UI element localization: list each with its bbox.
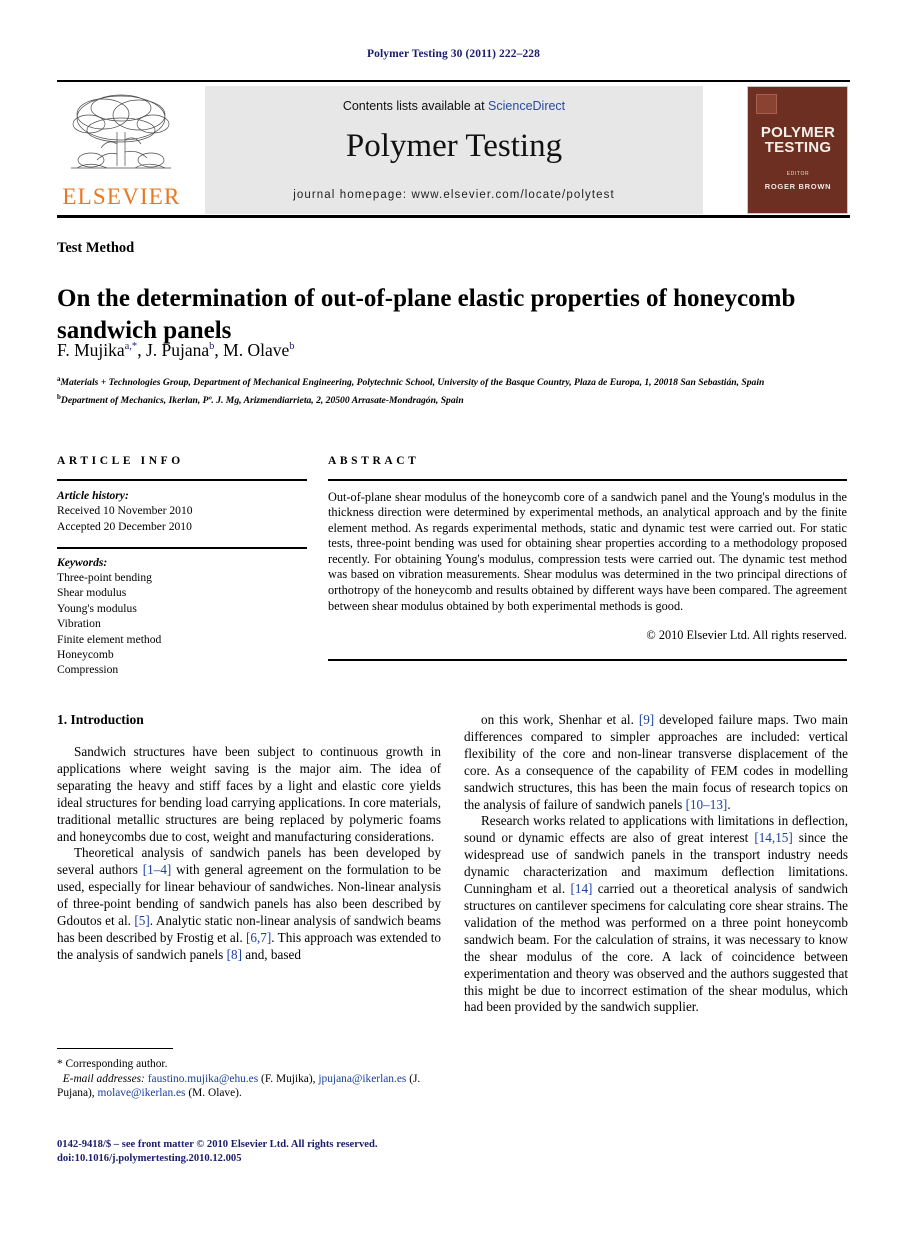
email-owner-olave: (M. Olave).: [188, 1087, 242, 1100]
keyword-item: Three-point bending: [57, 570, 152, 584]
body-column-right: on this work, Shenhar et al. [9] develop…: [464, 712, 848, 1016]
citation-reference[interactable]: [14]: [570, 881, 592, 896]
citation-reference[interactable]: [10–13]: [686, 797, 728, 812]
citation-reference[interactable]: [9]: [639, 712, 654, 727]
body-column-left: 1. Introduction Sandwich structures have…: [57, 712, 441, 964]
email-link-pujana[interactable]: jpujana@ikerlan.es: [318, 1073, 406, 1085]
article-info-rule: [57, 479, 307, 481]
corresponding-author-note: * Corresponding author.: [57, 1058, 168, 1071]
running-head: Polymer Testing 30 (2011) 222–228: [366, 48, 541, 60]
doi-line: doi:10.1016/j.polymertesting.2010.12.005: [57, 1152, 457, 1166]
elsevier-logo: ELSEVIER: [59, 86, 184, 214]
keyword-item: Young's modulus: [57, 601, 137, 615]
journal-masthead: ELSEVIER Contents lists available at Sci…: [57, 80, 850, 218]
citation-reference[interactable]: [5]: [134, 913, 149, 928]
keyword-item: Honeycomb: [57, 647, 114, 661]
paragraph: Theoretical analysis of sandwich panels …: [57, 845, 441, 963]
journal-title: Polymer Testing: [345, 128, 563, 164]
journal-cover-image: POLYMER TESTING EDITOR ROGER BROWN: [747, 86, 848, 214]
abstract-bottom-rule: [328, 659, 847, 661]
cover-title-line2: TESTING: [764, 139, 832, 156]
email-link-olave[interactable]: molave@ikerlan.es: [98, 1087, 186, 1099]
article-received-date: Received 10 November 2010: [57, 504, 193, 517]
cover-editor-label: EDITOR: [786, 171, 810, 177]
email-owner-mujika: (F. Mujika),: [261, 1072, 316, 1085]
keyword-item: Vibration: [57, 617, 101, 631]
footnote-text: * Corresponding author. E-mail addresses…: [57, 1057, 441, 1101]
masthead-bottom-rule: [57, 215, 850, 218]
affiliation-a-text: Materials + Technologies Group, Departme…: [60, 377, 765, 389]
email-addresses-line: E-mail addresses: faustino.mujika@ehu.es…: [57, 1072, 441, 1101]
sciencedirect-link[interactable]: ScienceDirect: [488, 99, 565, 113]
abstract-text: Out-of-plane shear modulus of the honeyc…: [328, 489, 847, 613]
abstract-rule: [328, 479, 847, 481]
imprint-block: 0142-9418/$ – see front matter © 2010 El…: [57, 1138, 457, 1166]
citation-reference[interactable]: [6,7]: [246, 930, 271, 945]
keywords-label: Keywords:: [57, 555, 108, 569]
article-history: Article history: Received 10 November 20…: [57, 488, 307, 535]
paragraph-text: on this work, Shenhar et al.: [481, 712, 639, 727]
paragraph-text: .: [727, 796, 731, 812]
cover-title: POLYMER TESTING: [748, 125, 848, 155]
article-page: Polymer Testing 30 (2011) 222–228 ELSEVI…: [0, 0, 907, 1238]
affiliation-list: aMaterials + Technologies Group, Departm…: [57, 372, 847, 408]
email-addresses-label: E-mail addresses:: [62, 1072, 145, 1085]
elsevier-tree-icon: [71, 94, 171, 169]
footnote-block: * Corresponding author. E-mail addresses…: [57, 1048, 441, 1101]
paragraph-text: and, based: [241, 946, 301, 962]
article-type-kicker: Test Method: [57, 240, 135, 256]
author-list: F. Mujikaa,*, J. Pujanab, M. Olaveb: [57, 340, 295, 360]
paragraph: Sandwich structures have been subject to…: [57, 744, 441, 844]
journal-band: Contents lists available at ScienceDirec…: [205, 86, 703, 214]
email-link-mujika[interactable]: faustino.mujika@ehu.es: [148, 1073, 258, 1085]
paragraph: on this work, Shenhar et al. [9] develop…: [464, 712, 848, 813]
page-title: On the determination of out-of-plane ela…: [57, 284, 796, 344]
article-info-column: ARTICLE INFO Article history: Received 1…: [57, 455, 307, 678]
doi-prefix: doi:: [57, 1153, 75, 1164]
paragraph: Research works related to applications w…: [464, 813, 848, 1016]
elsevier-wordmark: ELSEVIER: [62, 184, 181, 209]
affiliation-b-text: Department of Mechanics, Ikerlan, Pº. J.…: [60, 395, 464, 407]
keyword-item: Finite element method: [57, 632, 162, 646]
paragraph-text: carried out a theoretical analysis of sa…: [464, 881, 849, 1015]
keywords-rule: [57, 547, 307, 549]
footnote-rule: [57, 1048, 173, 1050]
article-history-label: Article history:: [57, 488, 129, 502]
article-accepted-date: Accepted 20 December 2010: [57, 519, 192, 533]
keyword-item: Shear modulus: [57, 586, 127, 600]
affiliation-b: bDepartment of Mechanics, Ikerlan, Pº. J…: [57, 390, 847, 408]
citation-reference[interactable]: [1–4]: [143, 862, 172, 877]
masthead-top-rule: [57, 80, 850, 82]
section-heading-introduction: 1. Introduction: [57, 712, 144, 727]
abstract-heading: ABSTRACT: [328, 455, 420, 467]
journal-homepage[interactable]: journal homepage: www.elsevier.com/locat…: [205, 189, 703, 201]
abstract-copyright: © 2010 Elsevier Ltd. All rights reserved…: [646, 628, 847, 643]
contents-available-line: Contents lists available at ScienceDirec…: [205, 99, 703, 113]
cover-editor-name: ROGER BROWN: [764, 182, 832, 191]
article-info-heading: ARTICLE INFO: [57, 455, 184, 467]
citation-reference[interactable]: [8]: [227, 947, 242, 962]
issn-frontmatter-line: 0142-9418/$ – see front matter © 2010 El…: [57, 1139, 378, 1150]
keywords-block: Keywords: Three-point bending Shear modu…: [57, 555, 307, 678]
contents-prefix: Contents lists available at: [342, 99, 489, 113]
abstract-column: ABSTRACT Out-of-plane shear modulus of t…: [328, 455, 847, 661]
citation-reference[interactable]: [14,15]: [754, 830, 792, 845]
affiliation-a: aMaterials + Technologies Group, Departm…: [57, 372, 847, 390]
keyword-item: Compression: [57, 663, 119, 677]
doi-link[interactable]: 10.1016/j.polymertesting.2010.12.005: [75, 1153, 242, 1164]
cover-publisher-badge: [756, 94, 777, 114]
